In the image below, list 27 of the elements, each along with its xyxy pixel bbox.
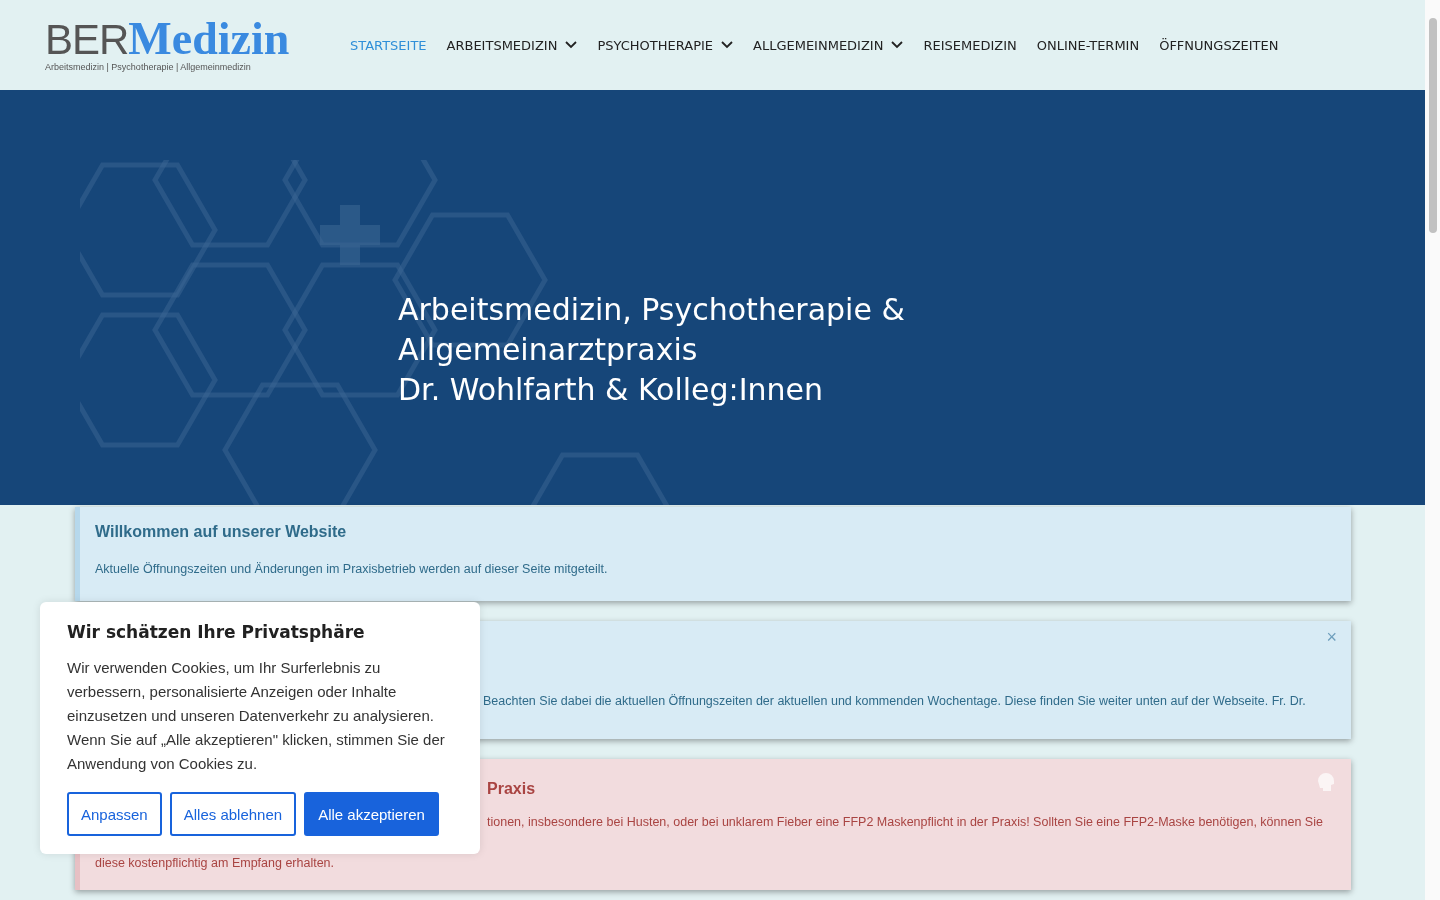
chevron-down-icon xyxy=(565,41,578,49)
logo-tagline: Arbeitsmedizin | Psychotherapie | Allgemeinmedizin xyxy=(45,61,252,72)
nav-link[interactable]: ÖFFNUNGSZEITEN xyxy=(1159,37,1279,53)
hero-title: Dr. Wohlfarth & Kolleg:Innen xyxy=(398,371,824,409)
cookie-button[interactable]: Anpassen xyxy=(67,792,162,836)
cookie-text: Wir verwenden Cookies, um Ihr Surferlebnis zu verbessern, personalisierte Anzeigen oder Inhalte einzusetzen und unseren Datenverkehr zu analysieren. Wenn Sie auf „Alle akzeptieren" klicken, stimmen Sie der Anwendung von Cookies zu. xyxy=(67,658,446,774)
nav-link[interactable]: PSYCHOTHERAPIE xyxy=(597,37,733,53)
hero-title: Allgemeinarztpraxis xyxy=(398,331,698,369)
notice-title: Praxis xyxy=(487,780,536,798)
nav-link[interactable]: REISEMEDIZIN xyxy=(923,37,1017,53)
notice-title: Willkommen auf unserer Website xyxy=(95,523,347,541)
notice-text: Beachten Sie dabei die aktuellen Öffnungszeiten der aktuellen und kommenden Wochentage. Diese finden Sie weiter unten auf der Webseite. Fr. Dr. xyxy=(483,693,1306,710)
cookie-button[interactable]: Alles ablehnen xyxy=(169,792,297,836)
notice-text: Aktuelle Öffnungszeiten und Änderungen im Praxisbetrieb werden auf dieser Seite mitgeteilt. xyxy=(95,561,608,578)
hero-title: Arbeitsmedizin, Psychotherapie & xyxy=(398,291,905,329)
notice-text: diese kostenpflichtig am Empfang erhalten. xyxy=(95,855,335,872)
scrollbar[interactable] xyxy=(1425,0,1440,900)
logo-brand[interactable]: BER xyxy=(45,15,129,63)
chevron-down-icon xyxy=(721,41,733,49)
nav-link[interactable]: ARBEITSMEDIZIN xyxy=(446,37,578,53)
cookie-title: Wir schätzen Ihre Privatsphäre xyxy=(67,622,366,642)
chevron-down-icon xyxy=(891,41,904,49)
accept-button[interactable]: Alle akzeptieren xyxy=(304,792,439,836)
nav-link[interactable]: ALLGEMEINMEDIZIN xyxy=(753,37,904,53)
nav-link[interactable]: ONLINE-TERMIN xyxy=(1036,37,1140,53)
head-icon xyxy=(1315,771,1335,793)
notice-text: tionen, insbesondere bei Husten, oder bei unklarem Fieber eine FFP2 Maskenpflicht in der Praxis! Sollten Sie eine FFP2-Maske benötigen, können Sie xyxy=(487,814,1323,831)
